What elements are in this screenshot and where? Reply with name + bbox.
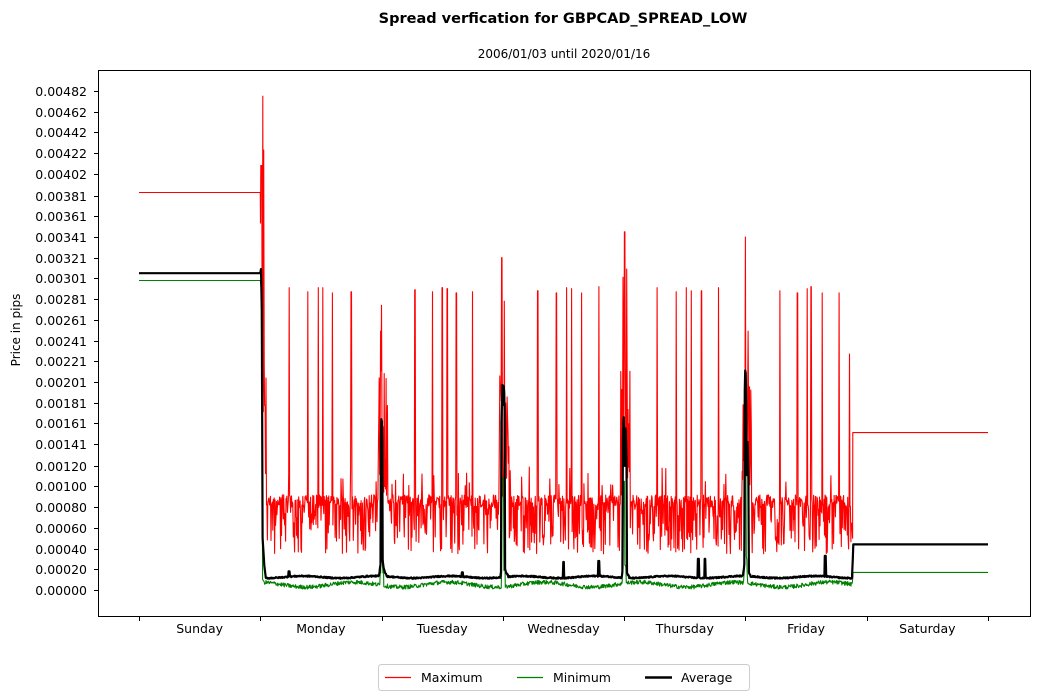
y-tick-label: 0.00281 <box>35 292 87 307</box>
x-tick-label: Sunday <box>176 621 223 636</box>
y-tick-label: 0.00040 <box>35 542 87 557</box>
y-tick-label: 0.00161 <box>35 416 87 431</box>
y-tick-label: 0.00261 <box>35 313 87 328</box>
y-tick-label: 0.00341 <box>35 230 87 245</box>
chart-title: Spread verfication for GBPCAD_SPREAD_LOW <box>379 11 748 27</box>
series-line-maximum <box>139 95 988 555</box>
chart-subtitle: 2006/01/03 until 2020/01/16 <box>478 47 651 61</box>
y-tick-label: 0.00442 <box>35 125 87 140</box>
y-tick-label: 0.00000 <box>35 583 87 598</box>
x-axis: Sunday Monday Tuesday Wednesday Thursday Frid… <box>139 616 989 636</box>
y-axis-label: Price in pips <box>9 294 23 367</box>
x-tick-label: Wednesday <box>527 621 600 636</box>
y-tick-label: 0.00201 <box>35 375 87 390</box>
x-tick-label: Friday <box>787 621 825 636</box>
y-tick-label: 0.00120 <box>35 459 87 474</box>
legend-label-average: Average <box>681 670 733 685</box>
plot-frame <box>98 70 1031 617</box>
legend: Maximum Minimum Average <box>378 664 750 691</box>
legend-label-minimum: Minimum <box>553 670 611 685</box>
y-tick-label: 0.00462 <box>35 105 87 120</box>
legend-label-maximum: Maximum <box>421 670 483 685</box>
x-tick-label: Tuesday <box>416 621 468 636</box>
y-tick-label: 0.00181 <box>35 396 87 411</box>
y-tick-label: 0.00361 <box>35 209 87 224</box>
chart-figure: Spread verfication for GBPCAD_SPREAD_LOW… <box>9 11 1031 691</box>
y-axis: 0.00000 0.00020 0.00040 0.00060 0.00080 0.001… <box>35 84 99 598</box>
x-tick-label: Thursday <box>655 621 715 636</box>
y-tick-label: 0.00321 <box>35 251 87 266</box>
y-tick-label: 0.00221 <box>35 354 87 369</box>
y-tick-label: 0.00422 <box>35 146 87 161</box>
x-tick-label: Monday <box>296 621 346 636</box>
y-tick-label: 0.00482 <box>35 84 87 99</box>
y-tick-label: 0.00141 <box>35 437 87 452</box>
y-tick-label: 0.00100 <box>35 479 87 494</box>
y-tick-label: 0.00381 <box>35 189 87 204</box>
y-tick-label: 0.00080 <box>35 500 87 515</box>
y-tick-label: 0.00060 <box>35 521 87 536</box>
y-tick-label: 0.00241 <box>35 334 87 349</box>
x-tick-label: Saturday <box>899 621 956 636</box>
y-tick-label: 0.00301 <box>35 271 87 286</box>
y-tick-label: 0.00020 <box>35 562 87 577</box>
y-tick-label: 0.00402 <box>35 167 87 182</box>
series-layer <box>139 95 988 590</box>
